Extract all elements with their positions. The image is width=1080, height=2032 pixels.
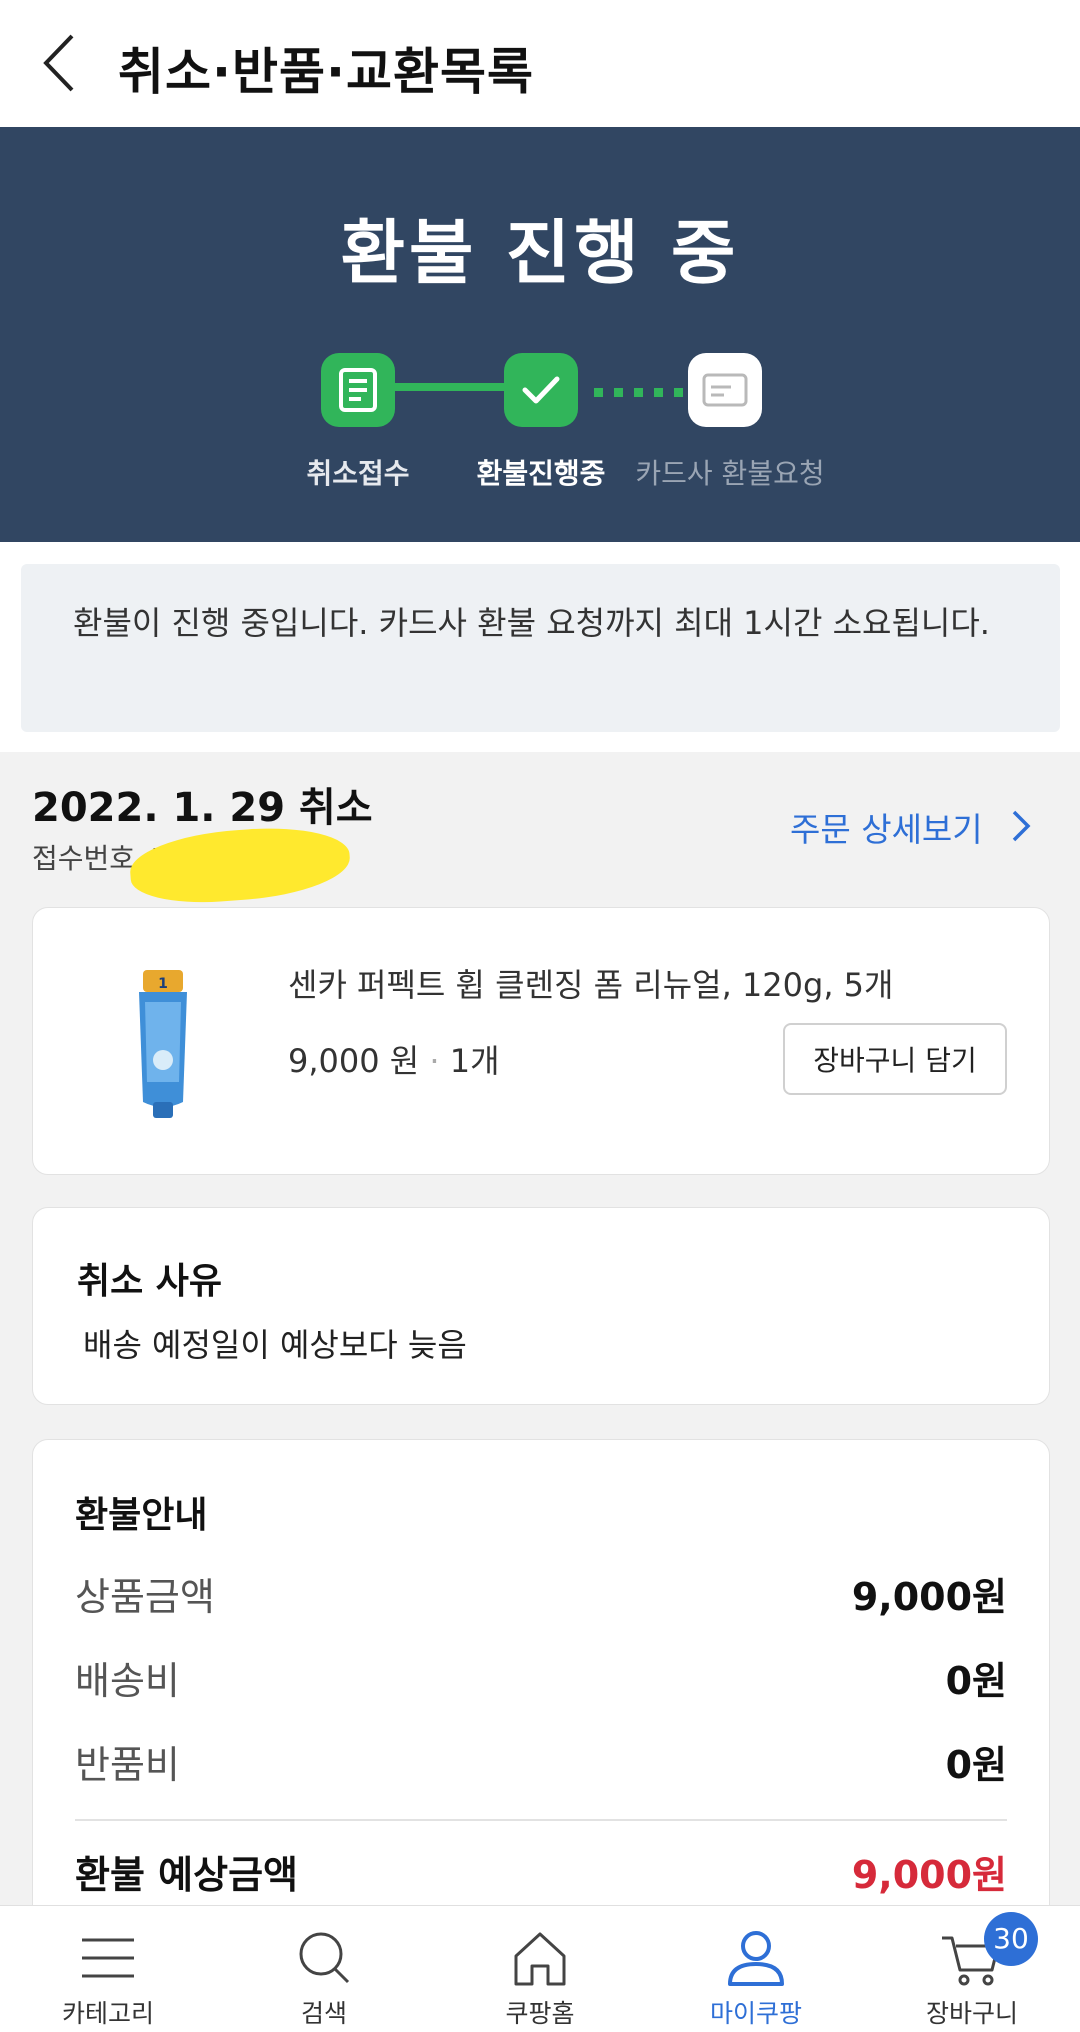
redaction-mark	[127, 822, 353, 908]
nav-search[interactable]: 검색	[216, 1906, 432, 2032]
step-label-received: 취소접수	[306, 457, 410, 490]
refund-row-shipping: 배송비 0원	[75, 1650, 1007, 1703]
menu-icon	[82, 1938, 134, 1978]
nav-home[interactable]: 쿠팡홈	[432, 1906, 648, 2032]
refund-row-label: 반품비	[75, 1743, 180, 1787]
document-icon	[339, 368, 377, 412]
nav-label: 쿠팡홈	[505, 1999, 575, 2028]
user-icon	[728, 1931, 784, 1986]
order-detail-link[interactable]: 주문 상세보기	[790, 803, 983, 851]
notice-section: 환불이 진행 중입니다. 카드사 환불 요청까지 최대 1시간 소요됩니다.	[0, 542, 1080, 752]
refund-title: 환불안내	[75, 1495, 208, 1536]
chevron-left-icon	[43, 34, 74, 92]
product-quantity: 1개	[449, 1042, 500, 1080]
refund-row-value: 0원	[945, 1659, 1007, 1703]
refund-row-label: 배송비	[75, 1659, 180, 1703]
refund-row-value: 9,000원	[851, 1575, 1007, 1619]
refund-status-banner: 환불 진행 중 취소접수 환불진행중 카드사 환불요청	[0, 127, 1080, 542]
refund-row-value: 0원	[945, 1743, 1007, 1787]
nav-label: 검색	[300, 1999, 347, 2028]
add-to-cart-button[interactable]: 장바구니 담기	[783, 1023, 1007, 1095]
svg-text:1: 1	[158, 976, 168, 992]
refund-row-label: 상품금액	[75, 1575, 215, 1619]
nav-label: 카테고리	[61, 1999, 154, 2028]
product-image[interactable]: 1	[133, 962, 193, 1122]
product-card: 1 센카 퍼펙트 휩 클렌징 폼 리뉴얼, 120g, 5개 9,000 원 ·…	[32, 907, 1050, 1175]
page-title: 취소·반품·교환목록	[118, 43, 534, 101]
cart-count-badge: 30	[984, 1912, 1038, 1966]
product-price-qty: 9,000 원 · 1개	[288, 1036, 500, 1082]
nav-label: 장바구니	[925, 1999, 1018, 2028]
step-card-refund-node	[688, 353, 762, 427]
nav-label: 마이쿠팡	[709, 1999, 802, 2028]
reason-text: 배송 예정일이 예상보다 늦음	[83, 1326, 467, 1364]
progress-line-pending	[594, 382, 694, 401]
search-icon	[299, 1932, 350, 1984]
step-received-node	[321, 353, 395, 427]
cancel-reason-card: 취소 사유 배송 예정일이 예상보다 늦음	[32, 1207, 1050, 1405]
refund-divider	[75, 1819, 1007, 1821]
step-label-refunding: 환불진행중	[476, 457, 606, 490]
nav-cart[interactable]: 장바구니	[864, 1906, 1080, 2032]
product-price: 9,000 원	[288, 1042, 420, 1080]
refund-row-product-amount: 상품금액 9,000원	[75, 1566, 1007, 1619]
nav-category[interactable]: 카테고리	[0, 1906, 216, 2032]
top-bar: 취소·반품·교환목록	[0, 0, 1080, 127]
chevron-right-icon[interactable]	[1008, 806, 1034, 846]
cancel-date: 2022. 1. 29 취소	[32, 785, 373, 831]
bottom-nav: 카테고리 검색 쿠팡홈 마이쿠팡 장바구니	[0, 1905, 1080, 2032]
refund-total-row: 환불 예상금액 9,000원	[75, 1844, 1007, 1897]
check-icon	[522, 376, 560, 404]
card-icon	[702, 373, 748, 407]
home-icon	[514, 1932, 566, 1986]
back-button[interactable]	[38, 30, 88, 96]
refund-notice: 환불이 진행 중입니다. 카드사 환불 요청까지 최대 1시간 소요됩니다.	[21, 564, 1060, 732]
price-separator: ·	[429, 1042, 440, 1080]
step-label-card-refund: 카드사 환불요청	[635, 457, 825, 490]
refund-row-return-fee: 반품비 0원	[75, 1734, 1007, 1787]
reason-title: 취소 사유	[77, 1261, 223, 1302]
status-title: 환불 진행 중	[340, 212, 740, 294]
refund-total-value: 9,000원	[851, 1853, 1007, 1897]
product-name[interactable]: 센카 퍼펙트 휩 클렌징 폼 리뉴얼, 120g, 5개	[288, 960, 893, 1006]
nav-my-coupang[interactable]: 마이쿠팡	[648, 1906, 864, 2032]
refund-total-label: 환불 예상금액	[75, 1853, 298, 1897]
step-refunding-node	[504, 353, 578, 427]
